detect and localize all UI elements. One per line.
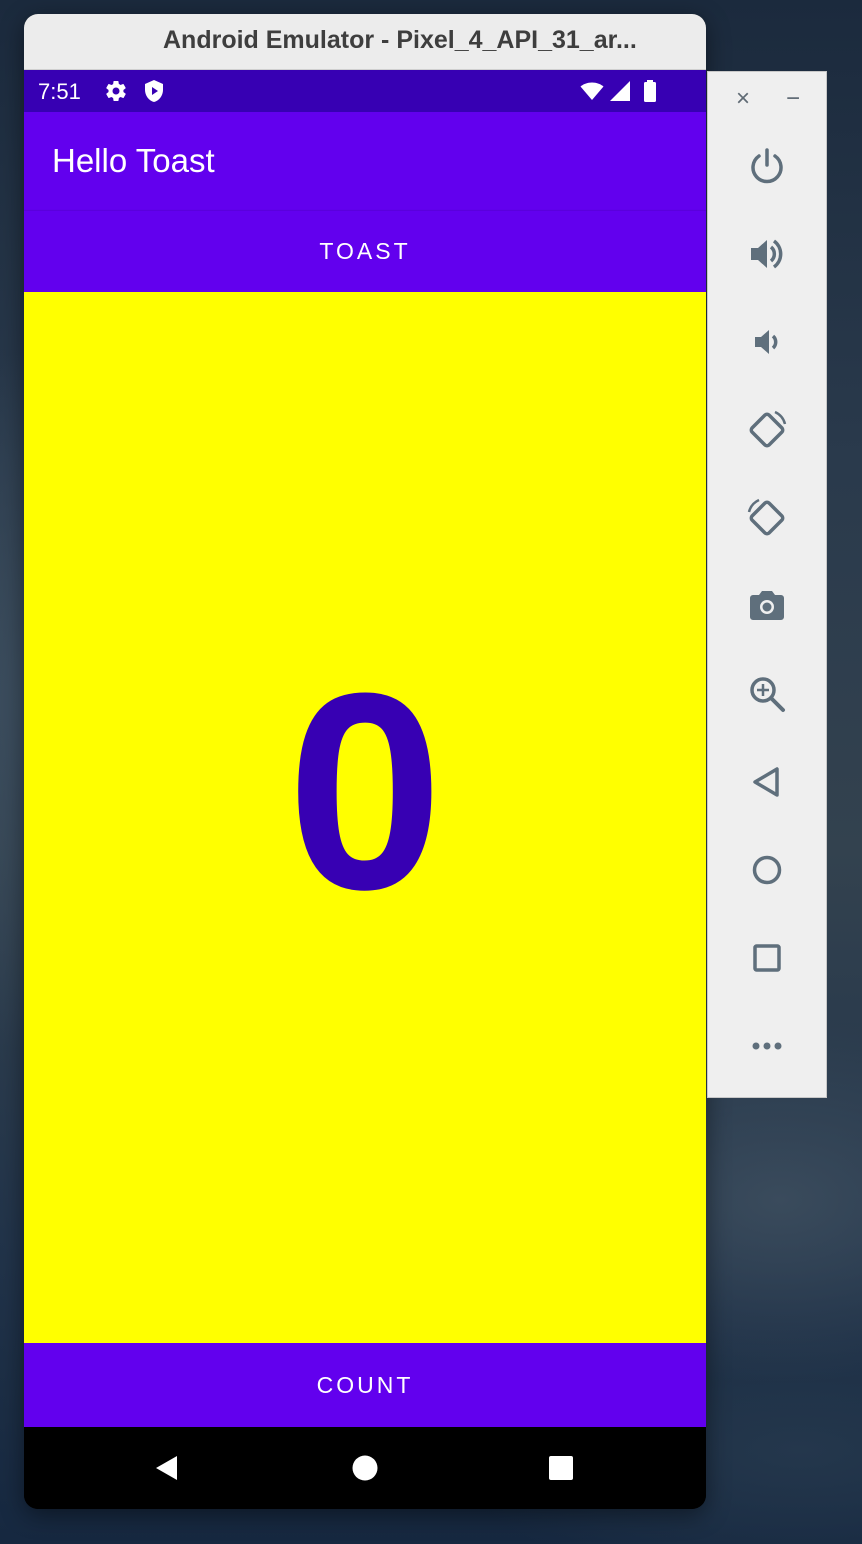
wifi-icon (580, 82, 604, 100)
rotate-left-icon (749, 410, 787, 448)
android-nav-bar (24, 1427, 706, 1509)
count-button[interactable]: COUNT (24, 1343, 706, 1427)
emulator-window: Android Emulator - Pixel_4_API_31_ar... … (24, 14, 706, 1509)
shield-play-icon (145, 80, 163, 102)
rotate-right-icon (747, 498, 785, 536)
minimize-icon[interactable]: − (782, 87, 804, 111)
nav-recents-icon[interactable] (546, 1453, 576, 1483)
app-title: Hello Toast (52, 142, 215, 179)
signal-icon (610, 81, 630, 101)
count-display: 0 (287, 636, 443, 948)
overview-icon (753, 944, 781, 972)
status-time: 7:51 (38, 79, 81, 104)
android-status-bar: 7:51 (24, 70, 706, 112)
app-bar: Hello Toast (24, 112, 706, 210)
volume-up-button[interactable] (746, 233, 788, 275)
zoom-button[interactable] (746, 673, 788, 715)
back-icon (753, 767, 779, 797)
side-back-button[interactable] (746, 761, 788, 803)
volume-down-icon (755, 330, 778, 354)
side-home-button[interactable] (746, 849, 788, 891)
window-titlebar[interactable]: Android Emulator - Pixel_4_API_31_ar... (24, 14, 706, 70)
more-button[interactable] (746, 1025, 788, 1067)
home-icon (752, 855, 782, 885)
emulator-side-toolbar: × − (707, 71, 827, 1098)
nav-home-icon[interactable] (350, 1453, 380, 1483)
toast-button[interactable]: TOAST (24, 210, 706, 292)
settings-icon (106, 81, 126, 102)
power-button[interactable] (746, 145, 788, 187)
battery-icon (644, 80, 656, 102)
rotate-right-button[interactable] (746, 497, 788, 539)
rotate-left-button[interactable] (746, 409, 788, 451)
screenshot-button[interactable] (746, 585, 788, 627)
more-icon (752, 1042, 782, 1050)
nav-back-icon[interactable] (152, 1453, 182, 1483)
window-title: Android Emulator - Pixel_4_API_31_ar... (163, 26, 637, 54)
side-overview-button[interactable] (746, 937, 788, 979)
zoom-icon (750, 677, 785, 712)
close-icon[interactable]: × (732, 87, 754, 111)
camera-icon (750, 591, 784, 620)
volume-down-button[interactable] (746, 321, 788, 363)
power-icon (751, 148, 783, 184)
volume-up-icon (751, 239, 783, 269)
count-area: 0 (24, 292, 706, 1343)
